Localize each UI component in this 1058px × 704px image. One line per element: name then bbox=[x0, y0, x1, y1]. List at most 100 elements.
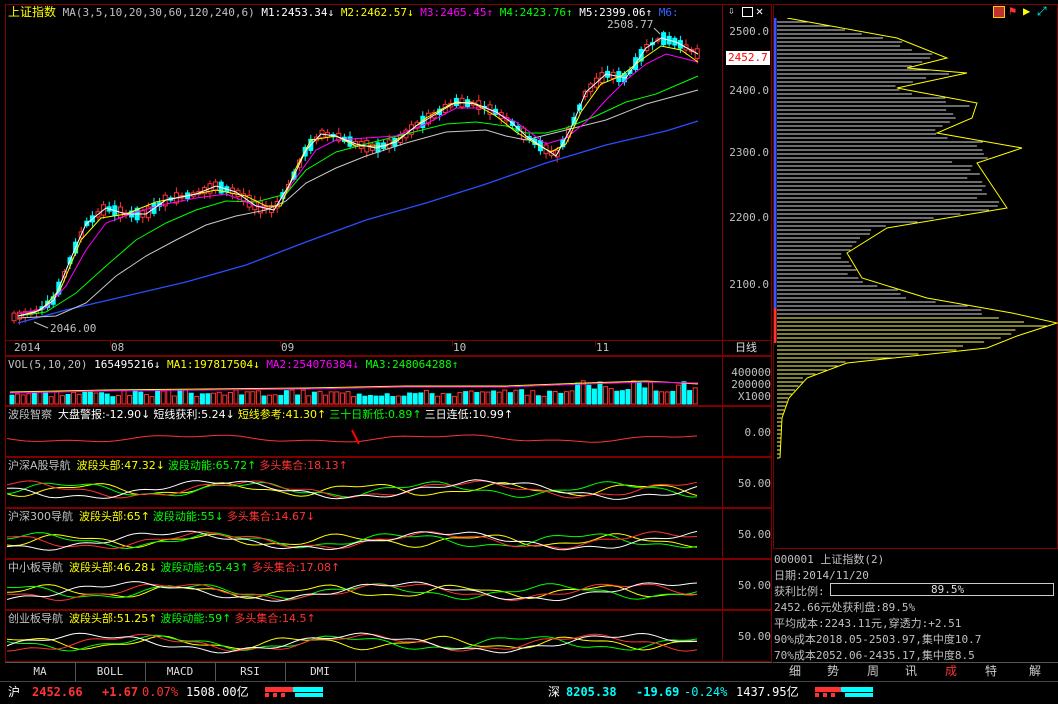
tab-boll[interactable]: BOLL bbox=[75, 663, 146, 681]
tab-detail[interactable]: 细 bbox=[780, 663, 810, 679]
volume-bar bbox=[619, 390, 625, 405]
vol-label[interactable]: VOL(5,10,20) bbox=[8, 358, 87, 371]
tab-trend[interactable]: 势 bbox=[818, 663, 848, 679]
volume-bar bbox=[367, 394, 373, 405]
indicator-line bbox=[7, 434, 698, 443]
indicator-header: 创业板导航 波段头部:51.25↑ 波段动能:59↑ 多头集合:14.5↑ bbox=[8, 612, 319, 626]
volume-bar bbox=[15, 393, 21, 405]
tab-special[interactable]: 特 bbox=[976, 663, 1006, 679]
chip-arrow-icon[interactable]: ▶ bbox=[1023, 4, 1030, 18]
volume-bar bbox=[244, 391, 250, 405]
volume-bar bbox=[351, 395, 357, 405]
volume-bar bbox=[513, 389, 519, 405]
volume-bar bbox=[295, 394, 301, 405]
x-label: 2014 bbox=[14, 341, 41, 354]
candlestick-chart[interactable]: 2508.77 2046.00 bbox=[6, 18, 722, 340]
volume-bar bbox=[115, 395, 121, 405]
tab-week[interactable]: 周 bbox=[858, 663, 888, 679]
period-label[interactable]: 日线 bbox=[735, 341, 757, 355]
indicator-value: 波段头部:65 bbox=[79, 510, 141, 523]
avg-cost-line: 平均成本:2243.11元,穿透力:+2.51 bbox=[774, 617, 962, 630]
volume-bar bbox=[485, 391, 491, 405]
close-icon[interactable]: ✕ bbox=[756, 4, 763, 18]
volume-bar bbox=[440, 392, 446, 405]
volume-y-axis: 400000 200000 X1000 bbox=[722, 356, 773, 406]
volume-bar bbox=[59, 395, 65, 405]
chip-bars bbox=[777, 18, 1058, 459]
indicator-arrow: ↑ bbox=[148, 612, 158, 625]
volume-bar bbox=[507, 392, 513, 405]
indicator-tabbar: MA BOLL MACD RSI DMI bbox=[5, 662, 772, 681]
sh-label[interactable]: 沪 bbox=[8, 682, 20, 702]
index-title[interactable]: 上证指数 bbox=[8, 5, 56, 19]
indicator-title[interactable]: 创业板导航 bbox=[8, 612, 63, 625]
indicator-header: 波段智察 大盘警报:-12.90↓ 短线获利:5.24↓ 短线参考:41.30↑ 三十日… bbox=[8, 408, 516, 422]
indicator-title[interactable]: 波段智察 bbox=[8, 408, 52, 421]
chip-expand-icon[interactable]: ⤢ bbox=[1037, 4, 1047, 19]
volume-bar bbox=[166, 389, 172, 405]
tab-dmi[interactable]: DMI bbox=[285, 663, 356, 681]
volume-bar bbox=[429, 393, 435, 405]
restore-window-icon[interactable] bbox=[742, 7, 753, 17]
volume-bar bbox=[625, 389, 631, 405]
volume-bar bbox=[334, 391, 340, 405]
volume-bar bbox=[603, 386, 609, 405]
indicator-header: 沪深300导航 波段头部:65↑ 波段动能:55↓ 多头集合:14.67↓ bbox=[8, 510, 318, 524]
volume-bar bbox=[300, 389, 306, 405]
tab-macd[interactable]: MACD bbox=[145, 663, 216, 681]
chip-settings-icon[interactable] bbox=[993, 6, 1005, 18]
indicator-title[interactable]: 沪深A股导航 bbox=[8, 459, 71, 472]
tab-chips[interactable]: 成 bbox=[936, 663, 966, 679]
tab-news[interactable]: 讯 bbox=[896, 663, 926, 679]
volume-bar bbox=[457, 392, 463, 405]
candles bbox=[11, 30, 700, 325]
chip-flag-icon[interactable]: ⚑ bbox=[1009, 4, 1016, 18]
sh-breadth-bar bbox=[265, 687, 323, 697]
x-tick bbox=[595, 341, 596, 346]
high-price-pointer bbox=[653, 27, 661, 35]
vol-ma2-arrow: ↓ bbox=[352, 358, 360, 371]
vol-ma1-arrow: ↓ bbox=[253, 358, 260, 371]
volume-bar bbox=[233, 389, 239, 405]
indicator-arrow: ↑ bbox=[317, 408, 327, 421]
volume-chart[interactable] bbox=[6, 372, 722, 405]
volume-bar bbox=[227, 391, 233, 405]
indicator-title[interactable]: 沪深300导航 bbox=[8, 510, 73, 523]
volume-bar bbox=[65, 393, 71, 405]
volume-bar bbox=[121, 389, 127, 405]
volume-bar bbox=[31, 392, 37, 405]
sz-pct: -0.24% bbox=[684, 685, 728, 699]
profit-ratio-label: 获利比例: bbox=[774, 585, 825, 598]
chip-histogram[interactable] bbox=[774, 18, 1058, 463]
indicator-line bbox=[7, 632, 698, 654]
sz-label[interactable]: 深 bbox=[548, 682, 560, 702]
volume-bar bbox=[188, 392, 194, 405]
indicator-value: 多头集合:14.5 bbox=[234, 612, 307, 625]
vol-ma3: MA3:248064288 bbox=[365, 358, 452, 371]
volume-bar bbox=[692, 387, 698, 405]
status-bar: 沪 2452.66 +1.67 0.07% 1508.00亿 深 8205.38… bbox=[0, 681, 1058, 704]
volume-bar bbox=[20, 394, 26, 405]
indicator-title[interactable]: 中小板导航 bbox=[8, 561, 63, 574]
low-price-pointer bbox=[33, 321, 49, 329]
volume-bar bbox=[479, 391, 485, 405]
tab-rsi[interactable]: RSI bbox=[215, 663, 286, 681]
indicator-arrow: ↑ bbox=[239, 561, 249, 574]
volume-bar bbox=[194, 395, 200, 405]
indicator-value: 多头集合:14.67 bbox=[226, 510, 307, 523]
volume-bar bbox=[491, 390, 497, 405]
arrow-down-icon[interactable]: ⇩ bbox=[728, 4, 735, 17]
tab-ma[interactable]: MA bbox=[5, 663, 76, 681]
tab-explain[interactable]: 解 bbox=[1020, 663, 1050, 679]
volume-bar bbox=[687, 390, 693, 405]
indicator-line bbox=[7, 481, 698, 498]
indicator-arrow: ↑ bbox=[306, 612, 316, 625]
sh-change: +1.67 bbox=[102, 685, 139, 699]
indicator-arrow: ↓ bbox=[225, 408, 235, 421]
indicator-y-tick: 50.00 bbox=[737, 630, 771, 643]
volume-bar bbox=[177, 389, 183, 405]
volume-bar bbox=[575, 382, 581, 405]
volume-bar bbox=[211, 392, 217, 405]
cost90-line: 90%成本2018.05-2503.97,集中度10.7 bbox=[774, 633, 982, 646]
low-price-label: 2046.00 bbox=[50, 322, 96, 335]
